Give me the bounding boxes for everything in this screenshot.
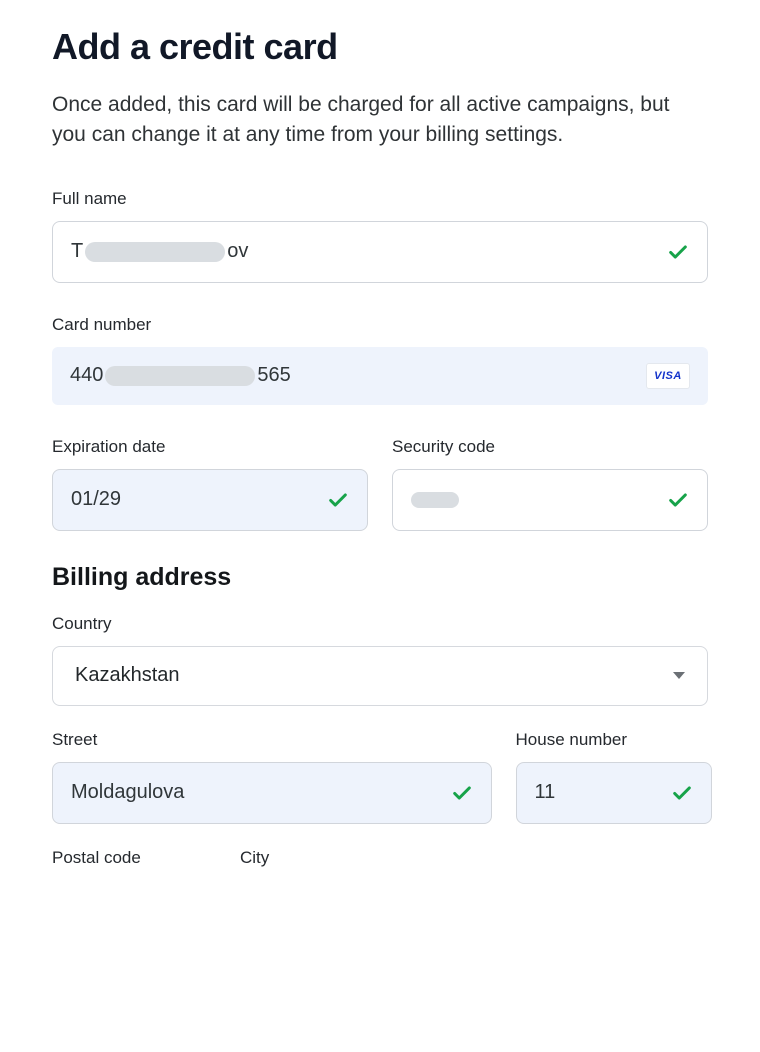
postal-code-label: Postal code bbox=[52, 848, 216, 868]
country-label: Country bbox=[52, 614, 708, 634]
checkmark-icon bbox=[451, 782, 473, 804]
visa-icon: VISA bbox=[646, 363, 690, 389]
street-value: Moldagulova bbox=[71, 781, 451, 804]
checkmark-icon bbox=[327, 489, 349, 511]
security-code-label: Security code bbox=[392, 437, 708, 457]
redacted-name-part bbox=[85, 242, 225, 262]
security-code-input[interactable] bbox=[392, 469, 708, 531]
street-label: Street bbox=[52, 730, 492, 750]
city-label: City bbox=[240, 848, 708, 868]
checkmark-icon bbox=[667, 489, 689, 511]
street-input[interactable]: Moldagulova bbox=[52, 762, 492, 824]
card-number-input[interactable]: 440 565 VISA bbox=[52, 347, 708, 405]
expiration-input[interactable]: 01/29 bbox=[52, 469, 368, 531]
full-name-suffix: ov bbox=[227, 240, 248, 263]
page-title: Add a credit card bbox=[52, 26, 708, 68]
expiration-label: Expiration date bbox=[52, 437, 368, 457]
full-name-label: Full name bbox=[52, 189, 708, 209]
card-number-prefix: 440 bbox=[70, 364, 103, 387]
card-number-label: Card number bbox=[52, 315, 708, 335]
expiration-value: 01/29 bbox=[71, 488, 327, 511]
country-select[interactable]: Kazakhstan bbox=[52, 646, 708, 706]
redacted-card-part bbox=[105, 366, 255, 386]
country-value: Kazakhstan bbox=[75, 664, 673, 687]
full-name-input[interactable]: T ov bbox=[52, 221, 708, 283]
house-number-value: 11 bbox=[535, 781, 672, 804]
card-number-suffix: 565 bbox=[257, 364, 290, 387]
redacted-cvv bbox=[411, 492, 459, 508]
full-name-prefix: T bbox=[71, 240, 83, 263]
house-number-label: House number bbox=[516, 730, 713, 750]
checkmark-icon bbox=[667, 241, 689, 263]
checkmark-icon bbox=[671, 782, 693, 804]
chevron-down-icon bbox=[673, 672, 685, 679]
page-description: Once added, this card will be charged fo… bbox=[52, 90, 708, 151]
house-number-input[interactable]: 11 bbox=[516, 762, 713, 824]
billing-section-title: Billing address bbox=[52, 563, 708, 592]
